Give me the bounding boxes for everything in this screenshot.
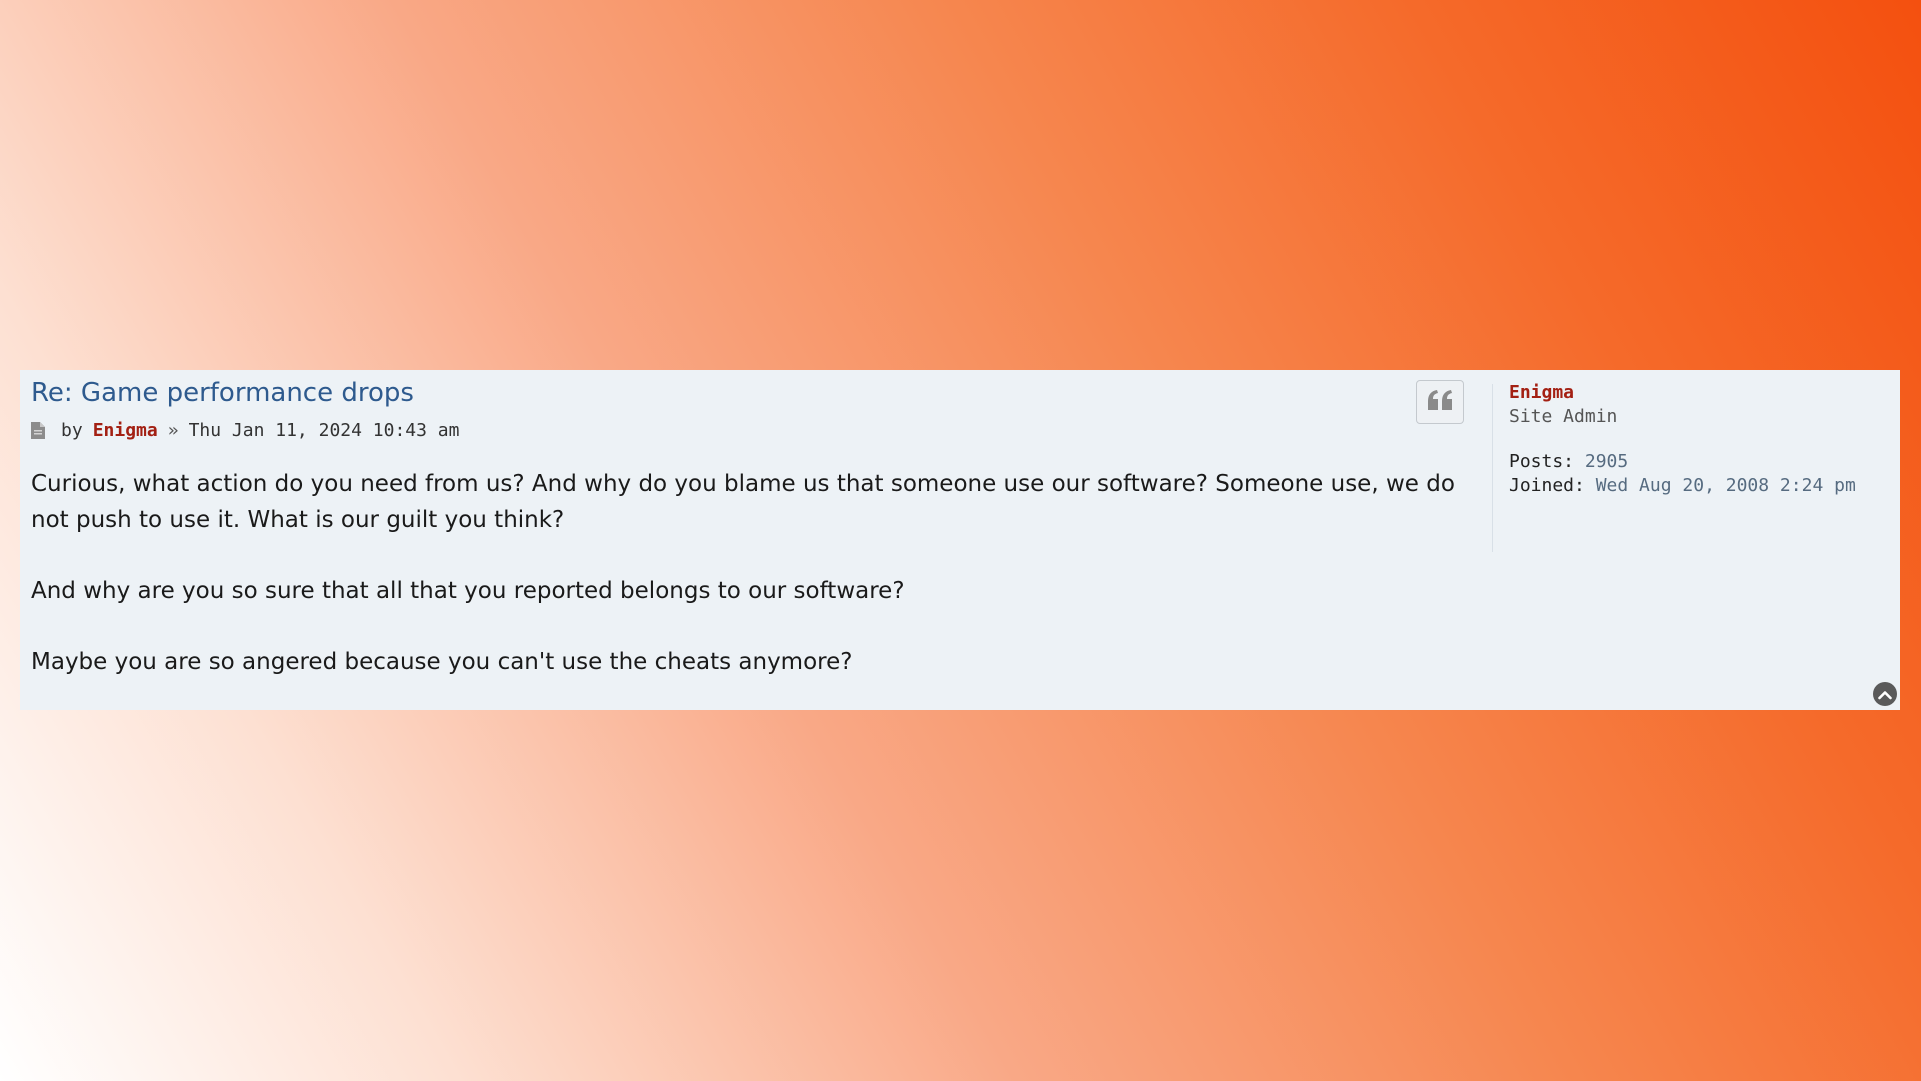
back-to-top-button[interactable]	[1873, 682, 1897, 706]
quote-icon	[1427, 390, 1453, 414]
post-content: Curious, what action do you need from us…	[31, 466, 1471, 715]
post-panel: Re: Game performance drops by Enigma » T…	[20, 370, 1900, 710]
profile-joined: Joined: Wed Aug 20, 2008 2:24 pm	[1509, 475, 1856, 499]
chevron-up-circle-icon	[1878, 685, 1892, 704]
quote-button[interactable]	[1416, 380, 1464, 424]
post-meta: by Enigma » Thu Jan 11, 2024 10:43 am	[31, 420, 460, 441]
profile-posts: Posts: 2905	[1509, 451, 1856, 475]
joined-value: Wed Aug 20, 2008 2:24 pm	[1595, 475, 1856, 496]
post-profile: Enigma Site Admin Posts: 2905 Joined: We…	[1509, 382, 1856, 499]
post-paragraph: And why are you so sure that all that yo…	[31, 578, 905, 604]
post-paragraph: Curious, what action do you need from us…	[31, 471, 1455, 533]
profile-rank: Site Admin	[1509, 406, 1618, 427]
post-timestamp: Thu Jan 11, 2024 10:43 am	[188, 420, 460, 441]
posts-label: Posts:	[1509, 451, 1575, 472]
profile-divider	[1492, 384, 1493, 552]
post-author-link[interactable]: Enigma	[93, 420, 158, 441]
posts-value[interactable]: 2905	[1585, 451, 1628, 472]
meta-separator: »	[167, 420, 179, 441]
post-title[interactable]: Re: Game performance drops	[31, 378, 414, 408]
file-icon[interactable]	[31, 422, 45, 439]
by-label: by	[61, 420, 83, 441]
post-paragraph: Maybe you are so angered because you can…	[31, 649, 853, 675]
joined-label: Joined:	[1509, 475, 1585, 496]
profile-username[interactable]: Enigma	[1509, 382, 1856, 406]
